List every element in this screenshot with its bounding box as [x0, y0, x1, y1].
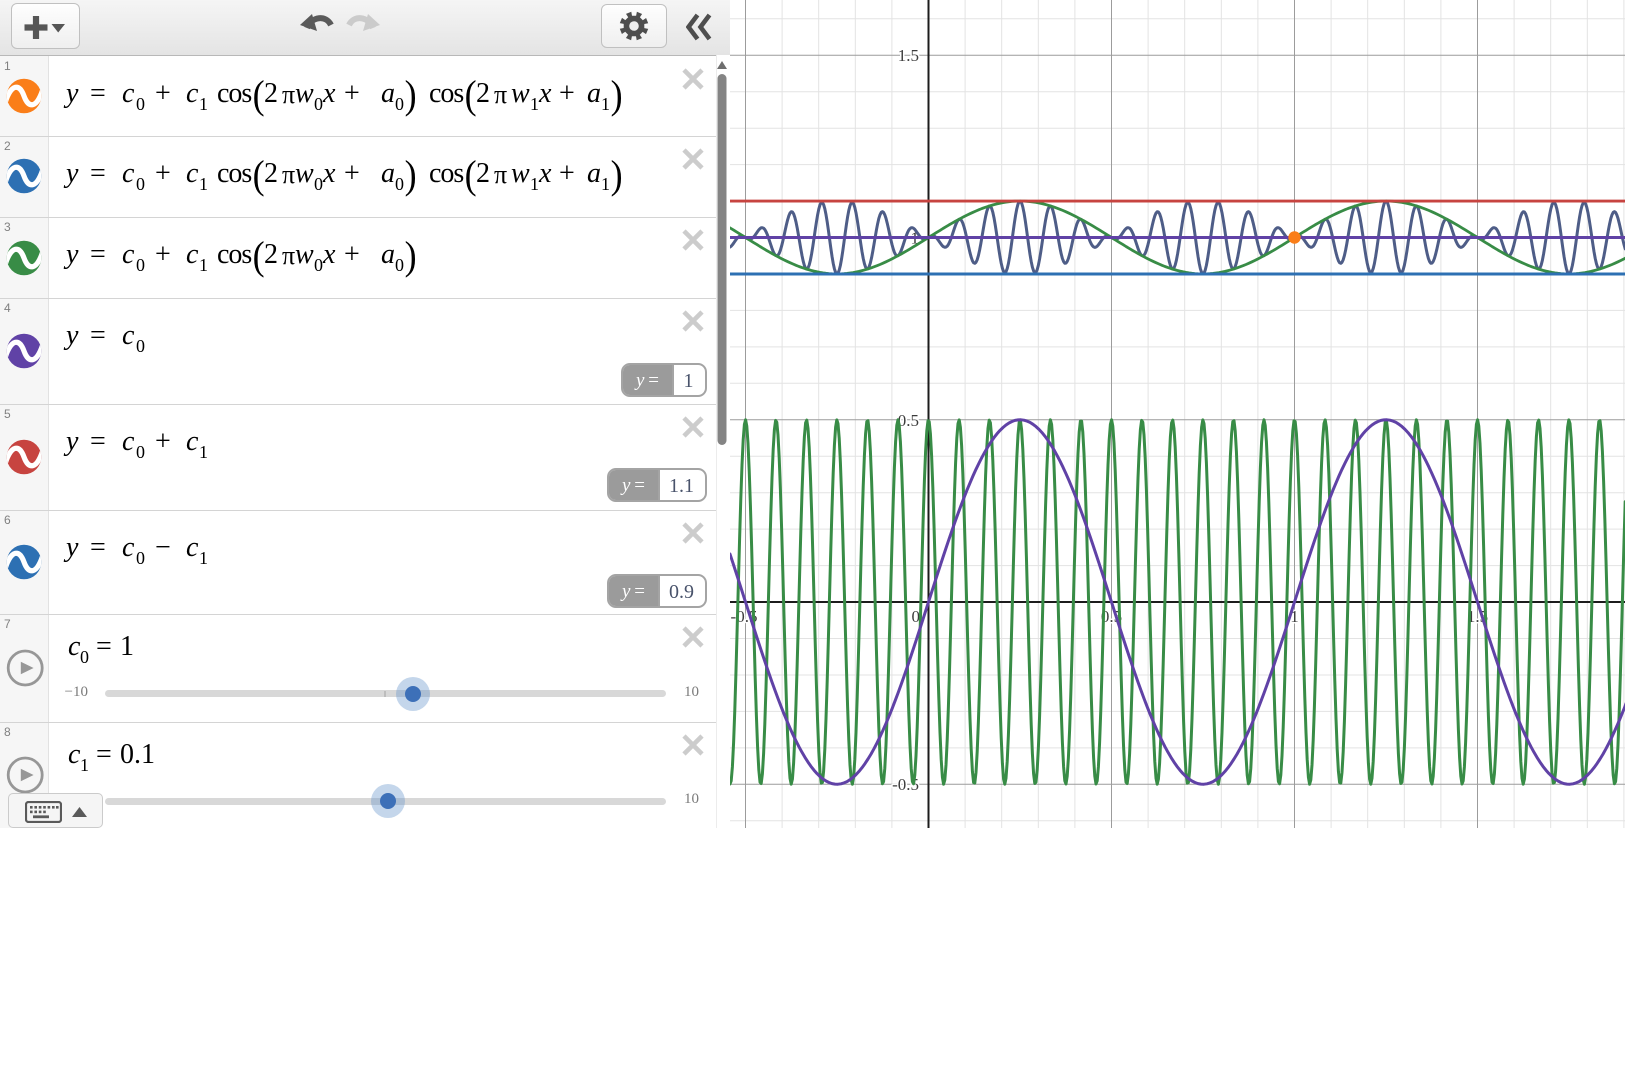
svg-text:1.5: 1.5 [898, 46, 919, 65]
svg-text:0.5: 0.5 [898, 411, 919, 430]
svg-text:0: 0 [912, 607, 921, 626]
